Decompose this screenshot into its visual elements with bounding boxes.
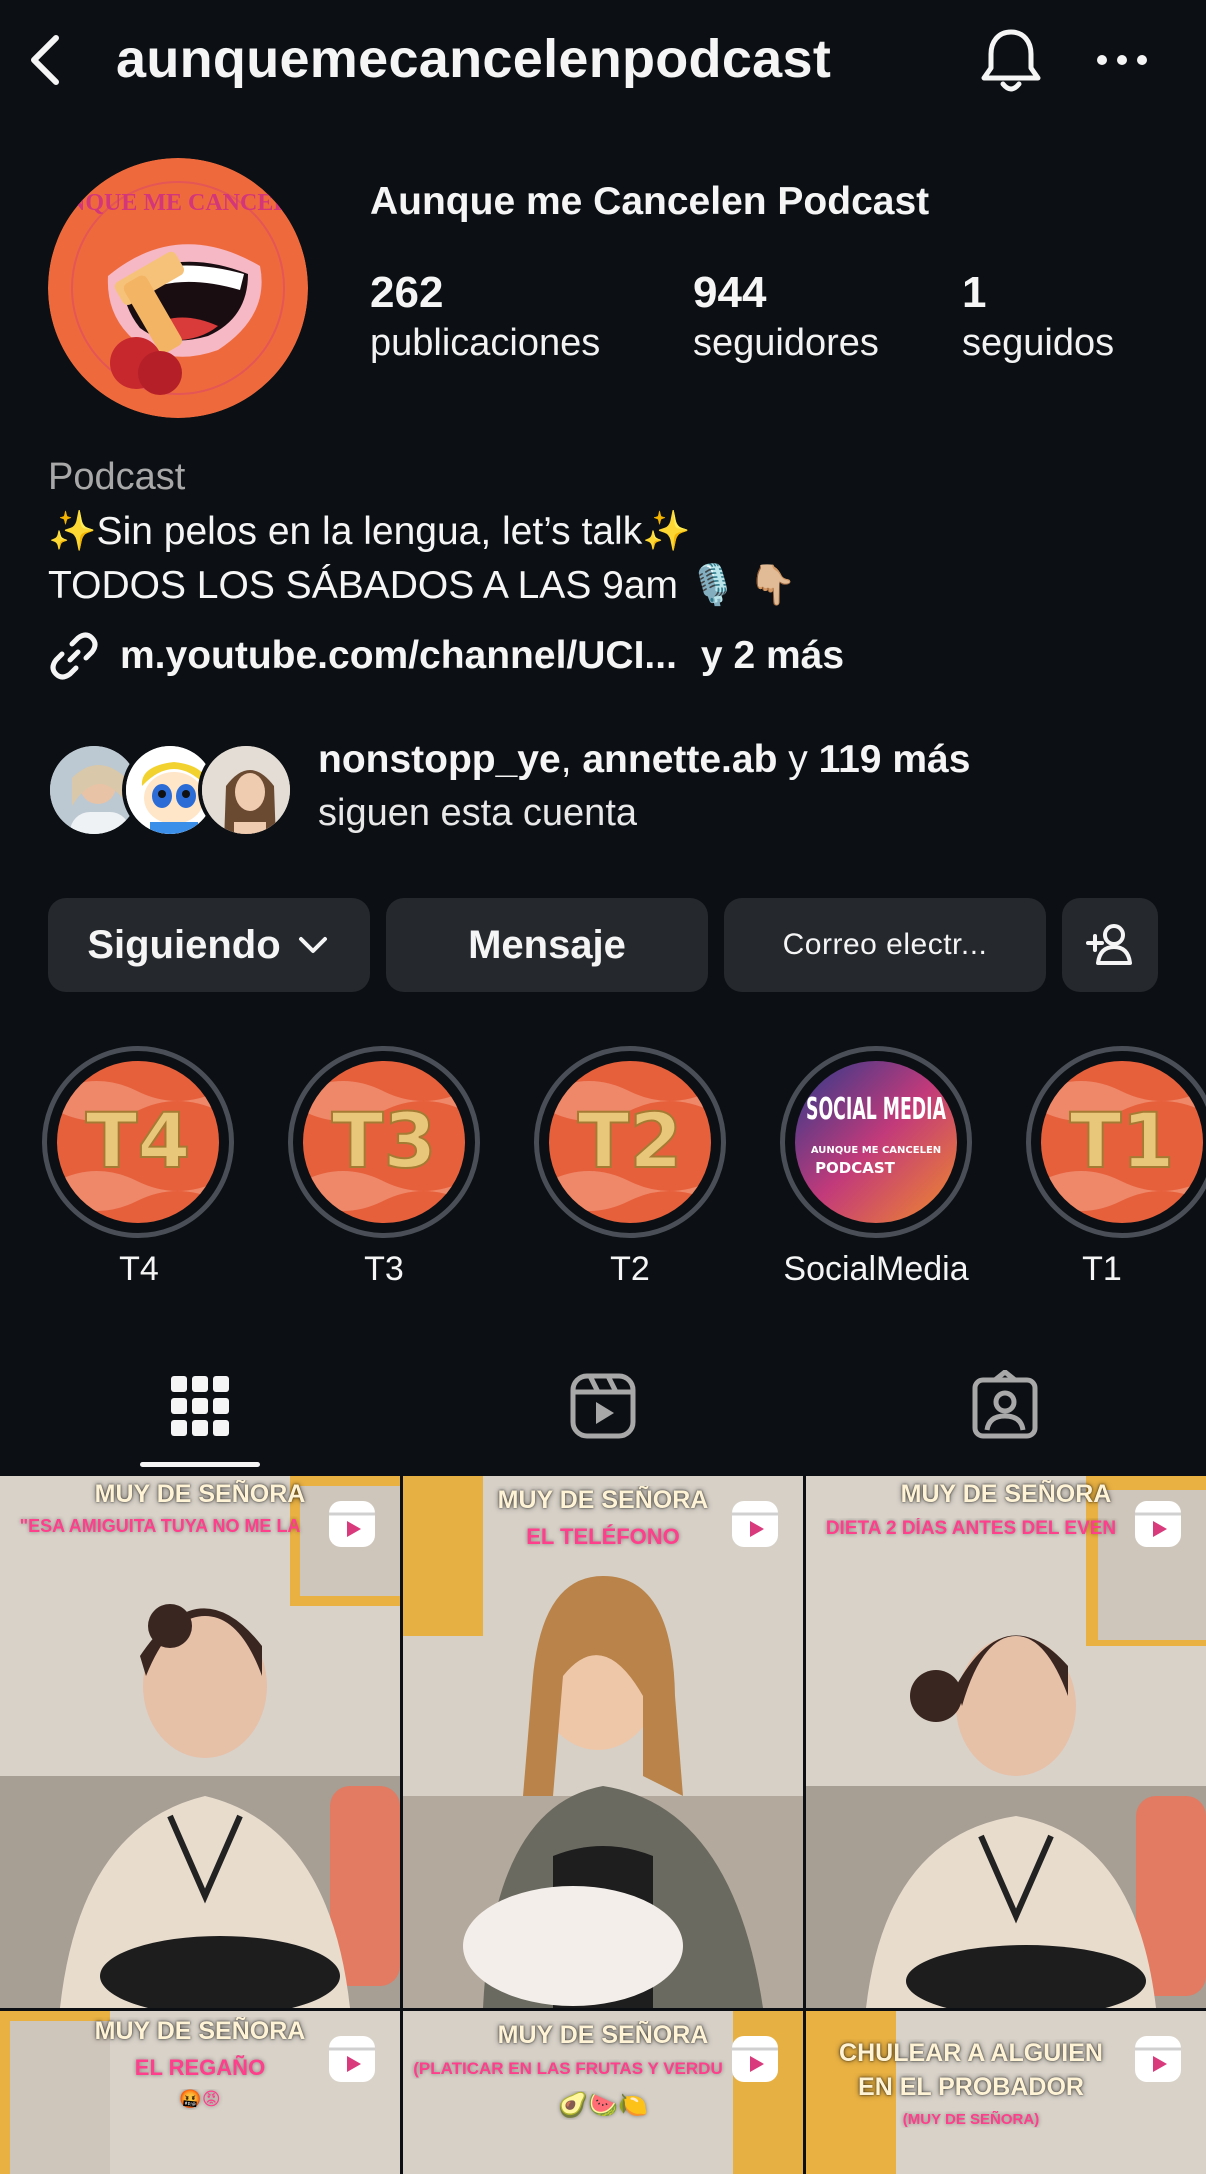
- grid-post-6[interactable]: CHULEAR A ALGUIEN EN EL PROBADOR (MUY DE…: [806, 2011, 1206, 2174]
- email-button-label: Correo electr...: [782, 928, 988, 961]
- reel-badge-icon: [329, 2036, 375, 2082]
- highlight-t4-cover: T4: [86, 1096, 191, 1185]
- highlight-t2-cover: T2: [578, 1096, 683, 1185]
- reel-badge-icon: [1135, 2036, 1181, 2082]
- profile-avatar[interactable]: AUNQUE ME CANCELEN: [48, 158, 308, 418]
- grid-post-2[interactable]: MUY DE SEÑORA EL TELÉFONO: [403, 1476, 803, 2008]
- highlight-t4[interactable]: T4: [42, 1046, 234, 1238]
- suggest-people-button[interactable]: [1062, 898, 1158, 992]
- profile-link-url[interactable]: m.youtube.com/channel/UCI...: [120, 634, 677, 678]
- highlight-socialmedia-cover-sub: AUNQUE ME CANCELEN: [811, 1145, 941, 1156]
- highlight-t2[interactable]: T2: [534, 1046, 726, 1238]
- grid-post-3-subtitle: DIETA 2 DÍAS ANTES DEL EVEN: [825, 1518, 1117, 1539]
- stat-posts-label: publicaciones: [370, 322, 601, 364]
- stat-following[interactable]: 1 seguidos: [962, 268, 1114, 368]
- grid-post-5-emoji: 🥑🍉🍋: [558, 2092, 648, 2119]
- followed-by-name-2[interactable]: annette.ab: [582, 738, 777, 781]
- reel-badge-icon: [732, 2036, 778, 2082]
- bell-icon[interactable]: [976, 26, 1046, 98]
- more-horizontal-icon[interactable]: [1090, 38, 1154, 82]
- profile-display-name: Aunque me Cancelen Podcast: [370, 180, 930, 223]
- grid-post-3[interactable]: MUY DE SEÑORA DIETA 2 DÍAS ANTES DEL EVE…: [806, 1476, 1206, 2008]
- avatar-logo-text: AUNQUE ME CANCELEN: [48, 190, 308, 216]
- stat-followers-value: 944: [693, 268, 767, 317]
- bio-line-2: TODOS LOS SÁBADOS A LAS 9am 🎙️ 👇🏼: [48, 564, 797, 607]
- profile-category: Podcast: [48, 456, 186, 498]
- highlight-t4-label: T4: [119, 1250, 159, 1288]
- back-chevron-icon[interactable]: [22, 30, 72, 90]
- active-tab-indicator: [140, 1462, 260, 1467]
- stat-following-value: 1: [962, 268, 987, 317]
- grid-post-1[interactable]: MUY DE SEÑORA "ESA AMIGUITA TUYA NO ME L…: [0, 1476, 400, 2008]
- stat-followers-label: seguidores: [693, 322, 879, 364]
- tagged-icon[interactable]: [970, 1370, 1040, 1442]
- highlight-socialmedia-cover: SOCIAL MEDIA: [806, 1092, 946, 1127]
- stat-followers[interactable]: 944 seguidores: [693, 268, 879, 368]
- highlight-t3[interactable]: T3: [288, 1046, 480, 1238]
- profile-link-more[interactable]: y 2 más: [701, 634, 844, 678]
- follower-avatar-3[interactable]: [198, 742, 294, 838]
- grid-post-1-subtitle: "ESA AMIGUITA TUYA NO ME LA: [19, 1516, 301, 1536]
- profile-link[interactable]: m.youtube.com/channel/UCI... y 2 más: [48, 628, 844, 684]
- followed-by-text[interactable]: nonstopp_ye, annette.ab y 119 más: [318, 738, 970, 782]
- reel-badge-icon: [1135, 1501, 1181, 1547]
- grid-post-6-subtitle: (MUY DE SEÑORA): [902, 2111, 1040, 2128]
- highlight-t3-label: T3: [364, 1250, 404, 1288]
- followed-by-more[interactable]: 119 más: [819, 738, 971, 781]
- highlight-socialmedia-label: SocialMedia: [783, 1250, 969, 1288]
- followed-by-separator: ,: [560, 738, 583, 781]
- email-button[interactable]: Correo electr...: [724, 898, 1046, 992]
- followed-by-name-1[interactable]: nonstopp_ye: [318, 738, 561, 781]
- highlight-t1-label: T1: [1082, 1250, 1122, 1288]
- message-button[interactable]: Mensaje: [386, 898, 708, 992]
- link-icon: [50, 632, 98, 680]
- message-button-label: Mensaje: [468, 922, 626, 967]
- profile-username: aunquemecancelenpodcast: [116, 29, 832, 89]
- highlight-t2-label: T2: [610, 1250, 650, 1288]
- bio-line-1: ✨Sin pelos en la lengua, let’s talk✨: [48, 510, 691, 553]
- chevron-down-icon: [298, 937, 327, 953]
- grid-post-5-subtitle: (PLATICAR EN LAS FRUTAS Y VERDU: [413, 2059, 723, 2078]
- grid-post-6-title: CHULEAR A ALGUIEN: [839, 2039, 1103, 2067]
- highlight-socialmedia[interactable]: SOCIAL MEDIA AUNQUE ME CANCELEN PODCAST: [780, 1046, 972, 1238]
- following-button-label: Siguiendo: [87, 922, 281, 967]
- highlight-t3-cover: T3: [332, 1096, 437, 1185]
- reels-icon[interactable]: [568, 1370, 638, 1442]
- stat-posts-value: 262: [370, 268, 444, 317]
- reel-badge-icon: [329, 1501, 375, 1547]
- grid-icon[interactable]: [165, 1370, 235, 1442]
- following-button[interactable]: Siguiendo: [48, 898, 370, 992]
- grid-post-6-title-line2: EN EL PROBADOR: [858, 2073, 1084, 2101]
- add-person-icon: [1086, 924, 1132, 965]
- stat-posts[interactable]: 262 publicaciones: [370, 268, 600, 368]
- highlight-t1-cover: T1: [1070, 1096, 1175, 1185]
- followed-by-caption: siguen esta cuenta: [318, 792, 638, 834]
- grid-post-5[interactable]: MUY DE SEÑORA (PLATICAR EN LAS FRUTAS Y …: [403, 2011, 803, 2174]
- grid-post-4[interactable]: MUY DE SEÑORA EL REGAÑO 🤬😡: [0, 2011, 400, 2174]
- highlight-t1[interactable]: T1: [1026, 1046, 1206, 1238]
- stat-following-label: seguidos: [962, 322, 1115, 364]
- followed-by-connector: y: [777, 738, 819, 781]
- reel-badge-icon: [732, 1501, 778, 1547]
- highlight-socialmedia-cover-sub2: PODCAST: [815, 1159, 896, 1177]
- grid-post-4-emoji: 🤬😡: [179, 2089, 221, 2109]
